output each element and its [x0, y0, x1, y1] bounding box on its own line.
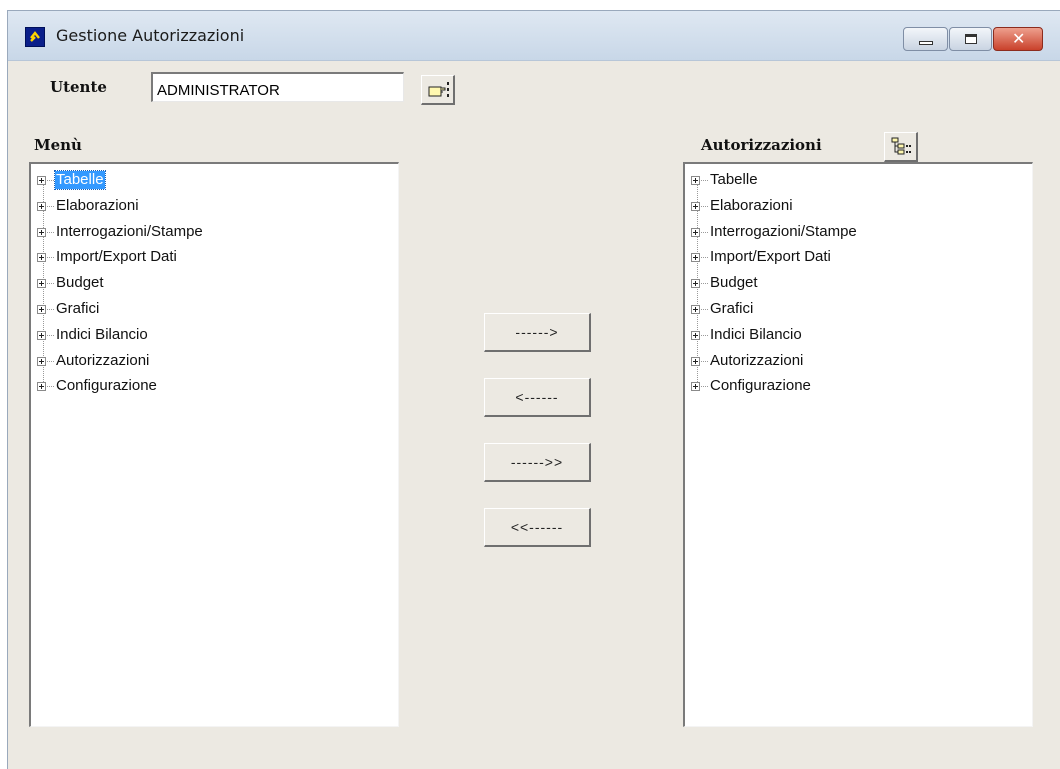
tree-connector	[47, 360, 54, 362]
expand-icon[interactable]	[37, 356, 46, 366]
tree-item-label: Interrogazioni/Stampe	[710, 222, 857, 240]
expand-icon[interactable]	[691, 176, 700, 185]
tree-item-label: Tabelle	[710, 171, 758, 188]
tree-item-label: Budget	[56, 274, 104, 292]
tree-item-label: Indici Bilancio	[56, 325, 148, 343]
expand-icon[interactable]	[691, 382, 700, 392]
tree-item-label: Grafici	[56, 300, 100, 317]
tree-item-label: Interrogazioni/Stampe	[56, 222, 203, 240]
tree-connector	[701, 360, 708, 362]
tree-connector	[47, 257, 54, 259]
minimize-icon	[919, 41, 933, 45]
add-selected-button[interactable]: ------>	[484, 313, 591, 352]
tree-connector	[47, 334, 54, 336]
tree-item-label: Autorizzazioni	[710, 351, 804, 369]
expand-icon[interactable]	[37, 227, 46, 237]
tree-connector	[701, 283, 708, 285]
tree-item-label: Configurazione	[56, 377, 157, 395]
add-all-button[interactable]: ------>>	[484, 443, 591, 482]
expand-icon[interactable]	[691, 279, 700, 289]
expand-icon[interactable]	[37, 201, 46, 211]
tree-connector	[701, 257, 708, 259]
app-icon[interactable]	[25, 27, 45, 47]
tree-connector	[701, 334, 708, 336]
expand-icon[interactable]	[691, 305, 700, 314]
auth-tree[interactable]: Tabelle Elaborazioni Interrogazioni/Stampe…	[683, 162, 1033, 727]
user-label: Utente	[50, 78, 107, 96]
title-bar[interactable]: Gestione Autorizzazioni ✕	[8, 11, 1060, 61]
user-lookup-button[interactable]	[421, 75, 455, 105]
tree-connector	[701, 205, 708, 207]
window-title: Gestione Autorizzazioni	[56, 26, 245, 45]
tree-connector	[47, 386, 54, 388]
tree-view-button[interactable]	[884, 132, 918, 162]
tree-connector	[47, 180, 54, 181]
tree-connector	[47, 309, 54, 310]
tree-item-label: Import/Export Dati	[710, 248, 831, 266]
expand-icon[interactable]	[37, 253, 46, 263]
tree-view-icon	[891, 137, 911, 155]
tree-connector	[701, 231, 708, 233]
expand-icon[interactable]	[691, 253, 700, 263]
expand-icon[interactable]	[691, 330, 700, 340]
maximize-icon	[965, 34, 977, 44]
expand-icon[interactable]	[37, 382, 46, 392]
tree-item-label: Elaborazioni	[56, 196, 139, 214]
expand-icon[interactable]	[37, 279, 46, 289]
close-button[interactable]: ✕	[993, 27, 1043, 51]
remove-selected-button[interactable]: <------	[484, 378, 591, 417]
tree-item-label: Tabelle	[54, 170, 106, 190]
tree-item-label: Configurazione	[710, 377, 811, 395]
menu-tree[interactable]: Tabelle Elaborazioni Interrogazioni/Stampe…	[29, 162, 399, 727]
expand-icon[interactable]	[691, 201, 700, 211]
user-input[interactable]	[151, 72, 404, 102]
expand-icon[interactable]	[37, 330, 46, 340]
tree-item-label: Elaborazioni	[710, 196, 793, 214]
tree-connector	[701, 309, 708, 310]
expand-icon[interactable]	[37, 305, 46, 314]
tree-connector	[47, 231, 54, 233]
tree-item-label: Import/Export Dati	[56, 248, 177, 266]
expand-icon[interactable]	[37, 176, 46, 185]
auth-panel-label: Autorizzazioni	[701, 136, 822, 154]
pointing-hand-icon	[428, 82, 449, 97]
maximize-button[interactable]	[949, 27, 992, 51]
tree-connector	[47, 205, 54, 207]
remove-all-button[interactable]: <<------	[484, 508, 591, 547]
tree-connector	[47, 283, 54, 285]
tree-connector	[701, 386, 708, 388]
tree-item-label: Grafici	[710, 300, 754, 317]
close-icon: ✕	[1012, 29, 1026, 48]
menu-panel-label: Menù	[34, 136, 82, 154]
tree-item-label: Budget	[710, 274, 758, 292]
expand-icon[interactable]	[691, 227, 700, 237]
minimize-button[interactable]	[903, 27, 948, 51]
tree-item-label: Indici Bilancio	[710, 325, 802, 343]
tree-connector	[701, 180, 708, 181]
tree-item-label: Autorizzazioni	[56, 351, 150, 369]
expand-icon[interactable]	[691, 356, 700, 366]
